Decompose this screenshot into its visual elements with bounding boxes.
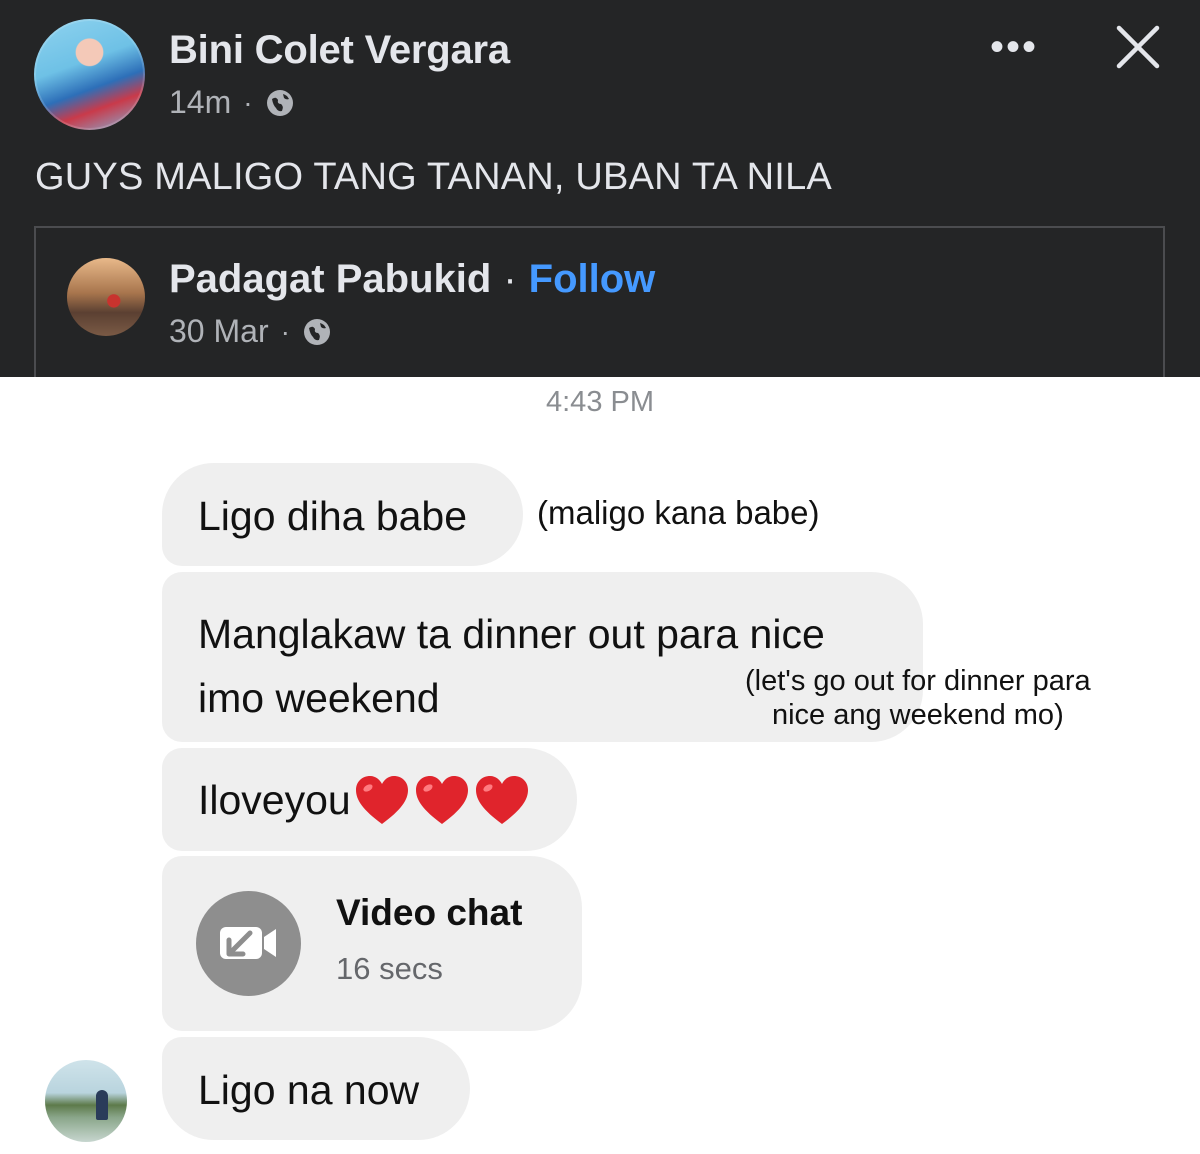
video-chat-bubble: Video chat 16 secs — [162, 856, 582, 1031]
close-icon[interactable] — [1115, 24, 1161, 70]
heart-icon — [355, 775, 408, 824]
shared-post-card[interactable] — [34, 226, 1165, 386]
follow-button[interactable]: Follow — [529, 257, 656, 302]
video-chat-duration: 16 secs — [336, 951, 443, 986]
video-call-icon — [220, 927, 276, 959]
sender-avatar — [45, 1060, 127, 1142]
shared-author-line: Padagat Pabukid · Follow — [169, 257, 655, 302]
heart-emoji-group — [353, 772, 533, 830]
message-bubble: Ligo diha babe — [162, 463, 523, 566]
message-text-line: Manglakaw ta dinner out para nice — [198, 611, 825, 657]
video-chat-title: Video chat — [336, 892, 523, 933]
author-avatar-ring — [34, 19, 145, 130]
message-bubble: Iloveyou — [162, 748, 577, 851]
author-name[interactable]: Bini Colet Vergara — [169, 28, 510, 73]
shared-date[interactable]: 30 Mar — [169, 313, 269, 350]
heart-icon — [475, 775, 528, 824]
message-text: Iloveyou — [198, 777, 351, 823]
globe-icon — [303, 318, 330, 345]
more-options-icon[interactable]: ••• — [990, 27, 1038, 67]
shared-separator: · — [503, 257, 517, 301]
video-call-icon-circle — [196, 891, 301, 996]
shared-meta-separator: · — [280, 315, 290, 347]
shared-meta: 30 Mar · — [169, 313, 332, 350]
message-bubble: Ligo na now — [162, 1037, 470, 1140]
globe-icon — [266, 89, 293, 116]
message-text: Ligo na now — [198, 1067, 420, 1113]
sender-avatar-figure — [96, 1090, 108, 1120]
post-meta: 14m · — [169, 84, 295, 121]
translation-line: (let's go out for dinner para — [745, 665, 1091, 697]
post-time[interactable]: 14m — [169, 84, 231, 121]
shared-author-name[interactable]: Padagat Pabukid — [169, 257, 491, 302]
heart-icon — [415, 775, 468, 824]
message-text: Ligo diha babe — [198, 493, 468, 539]
chat-timestamp: 4:43 PM — [546, 386, 654, 418]
translation-note: (maligo kana babe) — [537, 494, 820, 531]
shared-author-avatar[interactable] — [67, 258, 145, 336]
meta-separator: · — [243, 86, 253, 118]
translation-line: nice ang weekend mo) — [771, 699, 1064, 731]
post-text: GUYS MALIGO TANG TANAN, UBAN TA NILA — [35, 156, 832, 198]
translation-note: (let's go out for dinner para nice ang w… — [745, 664, 1091, 732]
